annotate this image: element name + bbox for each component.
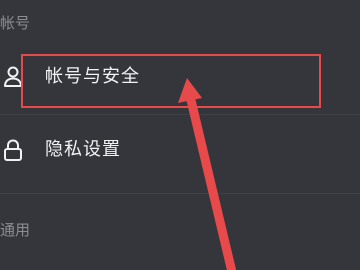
divider bbox=[0, 114, 360, 115]
divider bbox=[0, 193, 360, 194]
menu-item-label-privacy-settings: 隐私设置 bbox=[45, 139, 121, 160]
menu-item-privacy-settings[interactable]: 隐私设置 bbox=[0, 130, 360, 170]
section-header-general: 通用 bbox=[0, 221, 31, 239]
person-icon bbox=[2, 65, 24, 89]
lock-icon bbox=[2, 138, 24, 162]
section-header-account: 帐号 bbox=[0, 14, 31, 32]
menu-item-account-security[interactable]: 帐号与安全 bbox=[0, 57, 360, 97]
menu-item-label-account-security: 帐号与安全 bbox=[45, 66, 140, 87]
